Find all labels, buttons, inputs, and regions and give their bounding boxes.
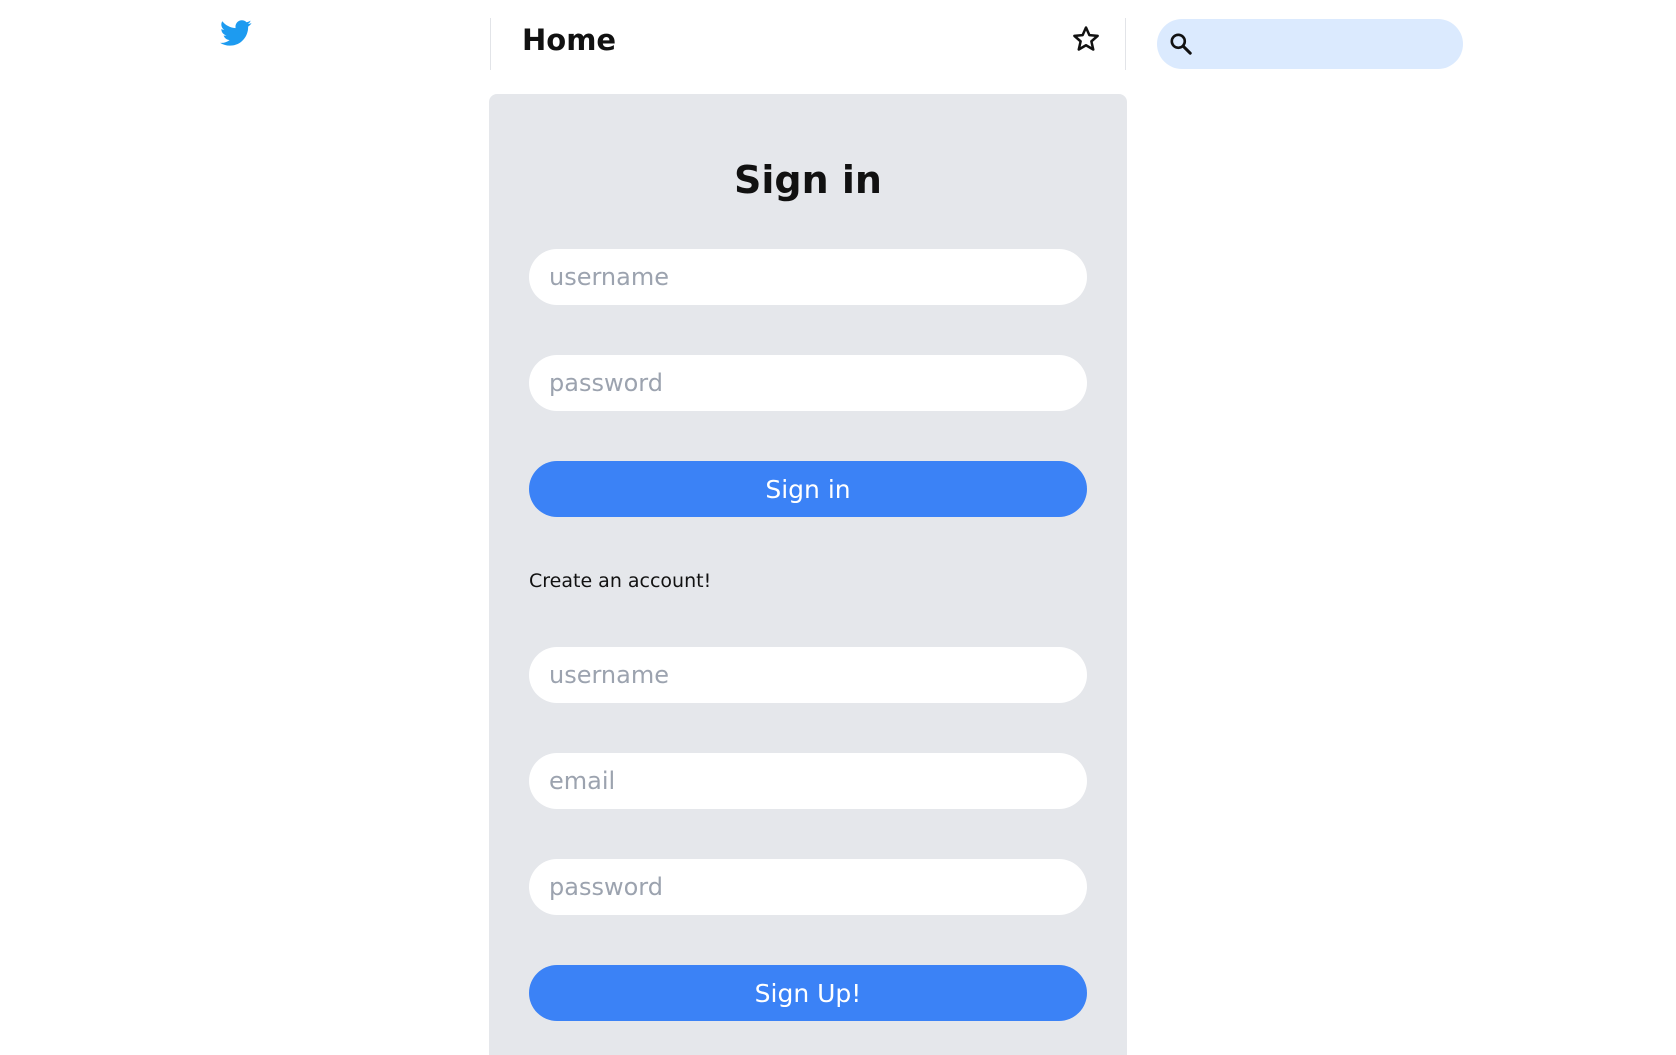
search-input[interactable] [1203,27,1452,63]
sign-in-button[interactable]: Sign in [529,461,1087,517]
page: Home Sign in Sign in Create an account! … [0,0,1676,1055]
sign-in-heading: Sign in [734,158,882,202]
signup-email-field[interactable] [529,753,1087,809]
signin-username-field[interactable] [529,249,1087,305]
star-icon[interactable] [1071,24,1101,54]
search-icon [1168,31,1194,57]
signin-password-field[interactable] [529,355,1087,411]
top-header: Home [490,18,1126,70]
create-account-label: Create an account! [529,570,712,592]
search-bar[interactable] [1157,19,1463,69]
sign-up-button[interactable]: Sign Up! [529,965,1087,1021]
page-title: Home [522,23,617,57]
auth-panel: Sign in Sign in Create an account! Sign … [489,94,1127,1055]
signup-username-field[interactable] [529,647,1087,703]
signup-password-field[interactable] [529,859,1087,915]
twitter-logo-icon[interactable] [218,17,254,49]
